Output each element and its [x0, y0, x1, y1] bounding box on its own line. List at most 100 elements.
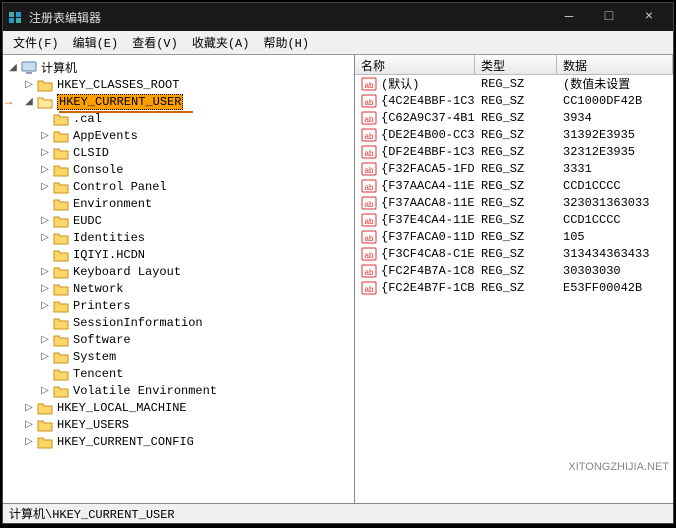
value-row[interactable]: ab{F37FACA0-11D...REG_SZ105 — [355, 228, 673, 245]
value-row[interactable]: ab{F37AACA8-11E...REG_SZ323031363033 — [355, 194, 673, 211]
svg-text:ab: ab — [365, 217, 374, 226]
maximize-button[interactable]: □ — [589, 7, 629, 27]
expander-closed-icon[interactable]: ▷ — [39, 232, 51, 244]
tree-node-child[interactable]: ▷Tencent — [39, 365, 354, 382]
value-row[interactable]: ab{C62A9C37-4B1...REG_SZ3934 — [355, 109, 673, 126]
value-type: REG_SZ — [475, 213, 557, 227]
expander-closed-icon[interactable]: ▷ — [39, 164, 51, 176]
tree-node-child[interactable]: ▷ Printers — [39, 297, 354, 314]
tree-node-child[interactable]: ▷Console — [39, 161, 354, 178]
menu-view[interactable]: 查看(V) — [126, 32, 184, 53]
tree-node-computer[interactable]: ◢ 计算机 — [7, 59, 354, 76]
folder-icon — [37, 78, 53, 92]
registry-tree: ◢ 计算机 ▷ HKEY_CLASSES_ROOT — [3, 55, 354, 454]
value-type: REG_SZ — [475, 281, 557, 295]
registry-editor-window: 注册表编辑器 — □ × 文件(F) 编辑(E) 查看(V) 收藏夹(A) 帮助… — [2, 2, 674, 524]
column-name[interactable]: 名称 — [355, 55, 475, 74]
minimize-button[interactable]: — — [549, 7, 589, 27]
expander-closed-icon[interactable]: ▷ — [39, 266, 51, 278]
expander-open-icon[interactable]: ◢ — [23, 96, 35, 108]
string-value-icon: ab — [361, 247, 377, 261]
tree-node-hkcc[interactable]: ▷ HKEY_CURRENT_CONFIG — [23, 433, 354, 450]
tree-node-child[interactable]: ▷Environment — [39, 195, 354, 212]
value-row[interactable]: ab(默认)REG_SZ(数值未设置 — [355, 75, 673, 92]
value-row[interactable]: ab{F37E4CA4-11E...REG_SZCCD1CCCC — [355, 211, 673, 228]
tree-node-label: Control Panel — [73, 180, 167, 194]
tree-node-hkcr[interactable]: ▷ HKEY_CLASSES_ROOT — [23, 76, 354, 93]
column-data[interactable]: 数据 — [557, 55, 673, 74]
value-type: REG_SZ — [475, 162, 557, 176]
value-name: {FC2F4B7A-1C8... — [381, 264, 475, 278]
tree-node-child[interactable]: ▷ Control Panel — [39, 178, 354, 195]
value-data: E53FF00042B — [557, 281, 673, 295]
tree-node-label: Printers — [73, 299, 131, 313]
list-pane[interactable]: 名称 类型 数据 ab(默认)REG_SZ(数值未设置ab {4C2E4BBF-1… — [355, 55, 673, 503]
expander-closed-icon[interactable]: ▷ — [39, 283, 51, 295]
expander-closed-icon[interactable]: ▷ — [23, 436, 35, 448]
highlight-underline-icon — [59, 111, 193, 113]
expander-closed-icon[interactable]: ▷ — [39, 300, 51, 312]
close-button[interactable]: × — [629, 7, 669, 27]
value-row[interactable]: ab{4C2E4BBF-1C3...REG_SZCC1000DF42B — [355, 92, 673, 109]
value-type: REG_SZ — [475, 111, 557, 125]
expander-closed-icon[interactable]: ▷ — [39, 385, 51, 397]
tree-node-child[interactable]: ▷AppEvents — [39, 127, 354, 144]
tree-node-child[interactable]: ▷Identities — [39, 229, 354, 246]
menu-help[interactable]: 帮助(H) — [257, 32, 315, 53]
expander-closed-icon[interactable]: ▷ — [39, 215, 51, 227]
folder-open-icon — [37, 95, 53, 109]
tree-node-child[interactable]: ▷System — [39, 348, 354, 365]
expander-closed-icon[interactable]: ▷ — [23, 402, 35, 414]
tree-node-child[interactable]: ▷Keyboard Layout — [39, 263, 354, 280]
value-name: {4C2E4BBF-1C3... — [381, 94, 475, 108]
value-row[interactable]: ab{DF2E4BBF-1C3...REG_SZ32312E3935 — [355, 143, 673, 160]
svg-text:ab: ab — [365, 200, 374, 209]
expander-closed-icon[interactable]: ▷ — [39, 351, 51, 363]
value-row[interactable]: ab{F32FACA5-1FD...REG_SZ3331 — [355, 160, 673, 177]
column-type[interactable]: 类型 — [475, 55, 557, 74]
value-data: CCD1CCCC — [557, 213, 673, 227]
value-name: {FC2E4B7F-1CB... — [381, 281, 475, 295]
tree-node-child[interactable]: ▷Software — [39, 331, 354, 348]
value-row[interactable]: ab{F37AACA4-11E...REG_SZCCD1CCCC — [355, 177, 673, 194]
value-type: REG_SZ — [475, 145, 557, 159]
value-name: {F37AACA4-11E... — [381, 179, 475, 193]
value-row[interactable]: ab{DE2E4B00-CC3...REG_SZ31392E3935 — [355, 126, 673, 143]
tree-node-label: SessionInformation — [73, 316, 203, 330]
value-data: CCD1CCCC — [557, 179, 673, 193]
expander-closed-icon[interactable]: ▷ — [39, 334, 51, 346]
menu-edit[interactable]: 编辑(E) — [67, 32, 125, 53]
svg-text:ab: ab — [365, 149, 374, 158]
value-data: 105 — [557, 230, 673, 244]
menu-file[interactable]: 文件(F) — [7, 32, 65, 53]
svg-text:ab: ab — [365, 234, 374, 243]
tree-node-child[interactable]: ▷ Volatile Environment — [39, 382, 354, 399]
tree-node-child[interactable]: ▷IQIYI.HCDN — [39, 246, 354, 263]
string-value-icon: ab — [361, 94, 377, 108]
tree-node-child[interactable]: ▷SessionInformation — [39, 314, 354, 331]
value-row[interactable]: ab{F3CF4CA8-C1E...REG_SZ313434363433 — [355, 245, 673, 262]
expander-closed-icon[interactable]: ▷ — [23, 79, 35, 91]
expander-open-icon[interactable]: ◢ — [7, 62, 19, 74]
tree-node-hklm[interactable]: ▷ HKEY_LOCAL_MACHINE — [23, 399, 354, 416]
tree-node-label: Volatile Environment — [73, 384, 217, 398]
value-row[interactable]: ab{FC2E4B7F-1CB...REG_SZE53FF00042B — [355, 279, 673, 296]
expander-closed-icon[interactable]: ▷ — [23, 419, 35, 431]
tree-node-hku[interactable]: ▷ HKEY_USERS — [23, 416, 354, 433]
string-value-icon: ab — [361, 111, 377, 125]
expander-closed-icon[interactable]: ▷ — [39, 181, 51, 193]
menu-favorites[interactable]: 收藏夹(A) — [186, 32, 256, 53]
tree-node-child[interactable]: ▷Network — [39, 280, 354, 297]
expander-closed-icon[interactable]: ▷ — [39, 147, 51, 159]
value-row[interactable]: ab{FC2F4B7A-1C8...REG_SZ30303030 — [355, 262, 673, 279]
tree-node-child[interactable]: ▷EUDC — [39, 212, 354, 229]
expander-closed-icon[interactable]: ▷ — [39, 130, 51, 142]
tree-node-hkcu[interactable]: ◢ HKEY_CURRENT_USER — [23, 93, 354, 110]
tree-pane[interactable]: → ◢ 计算机 ▷ HKEY_CLASS — [3, 55, 355, 503]
svg-text:ab: ab — [365, 166, 374, 175]
value-name: {F37AACA8-11E... — [381, 196, 475, 210]
string-value-icon: ab — [361, 162, 377, 176]
tree-node-child[interactable]: ▷CLSID — [39, 144, 354, 161]
titlebar[interactable]: 注册表编辑器 — □ × — [3, 3, 673, 31]
value-data: (数值未设置 — [557, 75, 673, 92]
